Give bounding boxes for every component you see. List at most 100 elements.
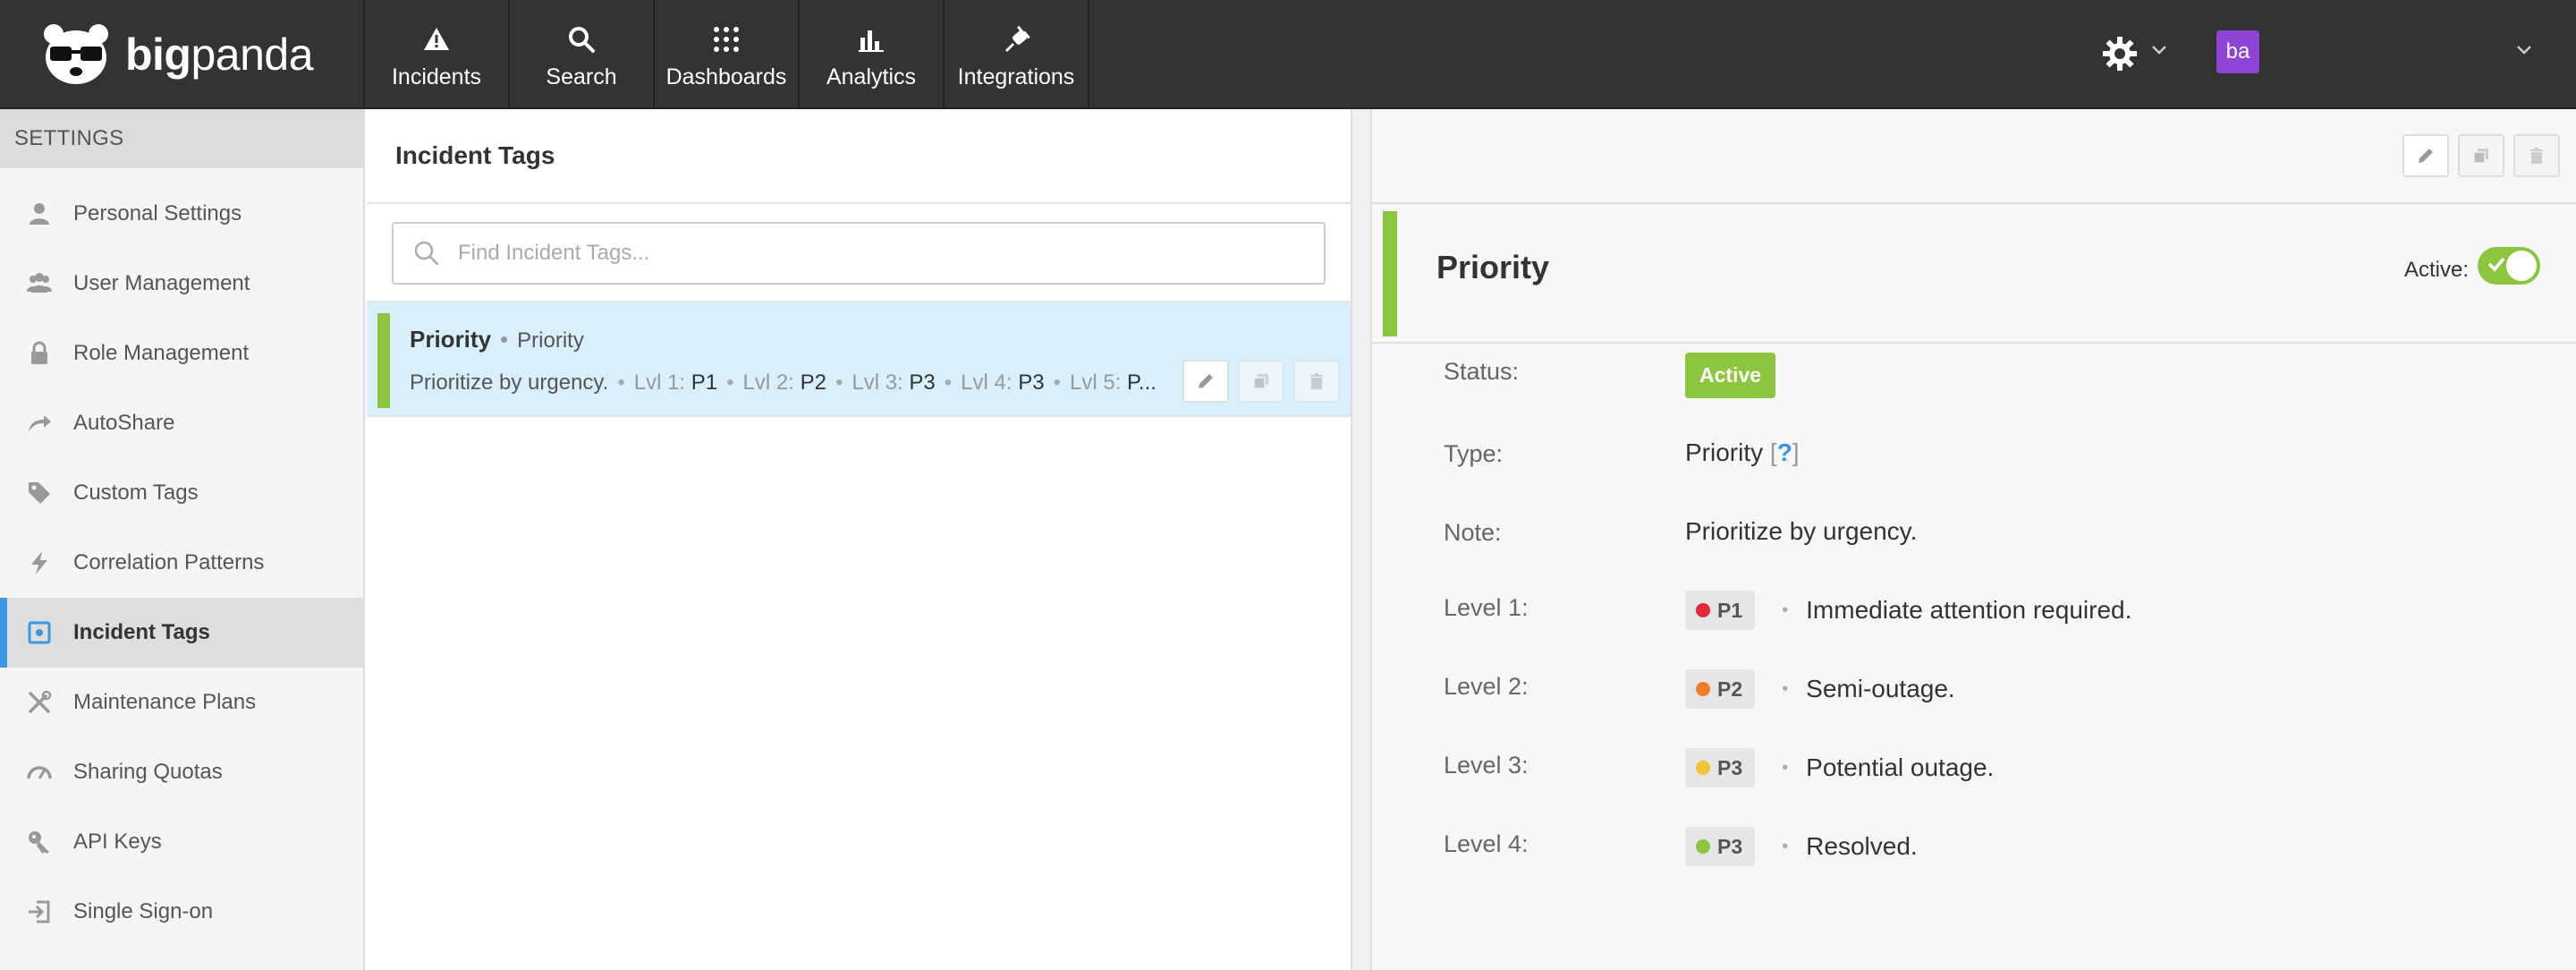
nav-dashboards[interactable]: Dashboards	[655, 0, 800, 109]
duplicate-button[interactable]	[1238, 360, 1284, 403]
sidebar-item-label: User Management	[73, 271, 250, 295]
sidebar-item-autoshare[interactable]: AutoShare	[0, 388, 363, 458]
level-tag: P2	[1717, 676, 1743, 701]
level-tag: P1	[1717, 598, 1743, 622]
priority-color-dot	[1696, 682, 1710, 696]
nav-search[interactable]: Search	[510, 0, 655, 109]
plug-icon	[1005, 25, 1030, 52]
sidebar-item-custom-tags[interactable]: Custom Tags	[0, 458, 363, 528]
level-tag-pill: P3	[1685, 748, 1756, 787]
level-label: Lvl 2:	[742, 370, 794, 395]
gauge-icon	[25, 758, 54, 787]
copy-icon	[2473, 149, 2488, 164]
level-description: Semi-outage.	[1806, 675, 1955, 702]
nav-analytics[interactable]: Analytics	[800, 0, 945, 109]
note-label: Note:	[1444, 519, 1502, 546]
search-input[interactable]	[458, 241, 1263, 266]
active-status-stripe	[377, 313, 390, 408]
sidebar-item-role-management[interactable]: Role Management	[0, 319, 363, 388]
status-label: Status:	[1444, 358, 1520, 385]
active-label: Active:	[2404, 258, 2470, 282]
level-tag: P3	[1717, 755, 1743, 779]
tag-icon	[25, 479, 54, 507]
level-description: Resolved.	[1806, 832, 1918, 860]
nav-incidents[interactable]: Incidents	[365, 0, 510, 109]
detail-header: Priority Active:	[1372, 202, 2576, 344]
priority-color-dot	[1696, 603, 1710, 617]
list-item[interactable]: Priority • Priority Prioritize by urgency.…	[367, 302, 1351, 417]
brand-logo[interactable]: bigpanda	[0, 0, 365, 109]
priority-color-dot	[1696, 761, 1710, 775]
level-tag-pill: P2	[1685, 669, 1756, 709]
nav-label: Integrations	[957, 64, 1075, 89]
sidebar-item-correlation-patterns[interactable]: Correlation Patterns	[0, 528, 363, 598]
chevron-down-icon[interactable]	[2515, 43, 2533, 57]
sidebar-item-user-management[interactable]: User Management	[0, 249, 363, 319]
pencil-icon	[2419, 149, 2433, 163]
page-title: Incident Tags	[367, 109, 1351, 204]
lock-icon	[25, 339, 54, 368]
incident-tags-list-panel: Incident Tags Priority•Priority Prioriti…	[367, 109, 1352, 970]
edit-button[interactable]	[2402, 134, 2449, 177]
panel-divider[interactable]	[1352, 109, 1370, 970]
check-icon	[2487, 257, 2505, 272]
level-label: Level 3:	[1444, 752, 1529, 779]
level-value: P...	[1127, 370, 1157, 395]
level-tag-pill: P3	[1685, 827, 1756, 866]
status-badge: Active	[1685, 353, 1776, 398]
search-icon	[414, 241, 439, 266]
sidebar-item-sharing-quotas[interactable]: Sharing Quotas	[0, 737, 363, 807]
active-status-stripe	[1383, 211, 1397, 336]
incident-tag-icon	[25, 618, 54, 647]
sidebar-item-personal-settings[interactable]: Personal Settings	[0, 179, 363, 249]
level-description: Immediate attention required.	[1806, 596, 2132, 624]
help-link[interactable]: ?	[1777, 438, 1792, 467]
type-value: Priority	[1685, 438, 1764, 466]
gear-icon[interactable]	[2100, 34, 2140, 73]
edit-button[interactable]	[1182, 360, 1229, 403]
sidebar-item-incident-tags[interactable]: Incident Tags	[0, 598, 363, 668]
sidebar-item-label: Incident Tags	[73, 620, 210, 644]
nav-label: Incidents	[391, 64, 482, 89]
sidebar-item-label: API Keys	[73, 830, 162, 854]
nav-label: Analytics	[826, 64, 917, 89]
level-value: P1	[691, 370, 718, 395]
copy-icon	[1253, 374, 1268, 389]
level-label: Lvl 1:	[633, 370, 686, 395]
active-toggle[interactable]	[2478, 247, 2540, 285]
level-value: P3	[1018, 370, 1045, 395]
nav-integrations[interactable]: Integrations	[945, 0, 1089, 109]
sidebar-item-label: Personal Settings	[73, 201, 242, 225]
panda-logo-icon	[44, 24, 108, 84]
level-tag: P3	[1717, 834, 1743, 858]
delete-button[interactable]	[1293, 360, 1340, 403]
trash-icon	[1310, 373, 1323, 389]
sidebar-item-label: Single Sign-on	[73, 899, 214, 923]
sidebar-item-single-sign-on[interactable]: Single Sign-on	[0, 877, 363, 947]
delete-button[interactable]	[2513, 134, 2560, 177]
tag-note: Prioritize by urgency.	[410, 370, 609, 395]
duplicate-button[interactable]	[2458, 134, 2504, 177]
detail-title: Priority	[1436, 249, 1550, 285]
type-label: Type:	[1444, 440, 1504, 467]
main-nav: Incidents Search Dashboards Analytics In…	[365, 0, 1089, 109]
sidebar-item-maintenance-plans[interactable]: Maintenance Plans	[0, 668, 363, 737]
search-box	[392, 222, 1326, 285]
sign-in-icon	[25, 898, 54, 926]
level-label: Lvl 3:	[852, 370, 903, 395]
grid-icon	[714, 26, 739, 52]
bar-chart-icon	[859, 30, 884, 52]
tag-type: Priority	[517, 328, 584, 353]
sidebar-item-label: AutoShare	[73, 411, 175, 435]
note-value: Prioritize by urgency.	[1685, 517, 1918, 545]
users-icon	[25, 269, 54, 298]
sidebar-item-label: Custom Tags	[73, 481, 199, 505]
tag-summary: Prioritize by urgency. • Lvl 1: P1 • Lvl 2: …	[410, 370, 1157, 395]
nav-label: Search	[546, 64, 617, 89]
sidebar-item-api-keys[interactable]: API Keys	[0, 807, 363, 877]
level-tag-pill: P1	[1685, 591, 1756, 630]
sidebar-item-label: Correlation Patterns	[73, 550, 265, 574]
toggle-knob	[2506, 251, 2537, 281]
avatar[interactable]: ba	[2216, 30, 2259, 73]
chevron-down-icon[interactable]	[2150, 43, 2168, 57]
